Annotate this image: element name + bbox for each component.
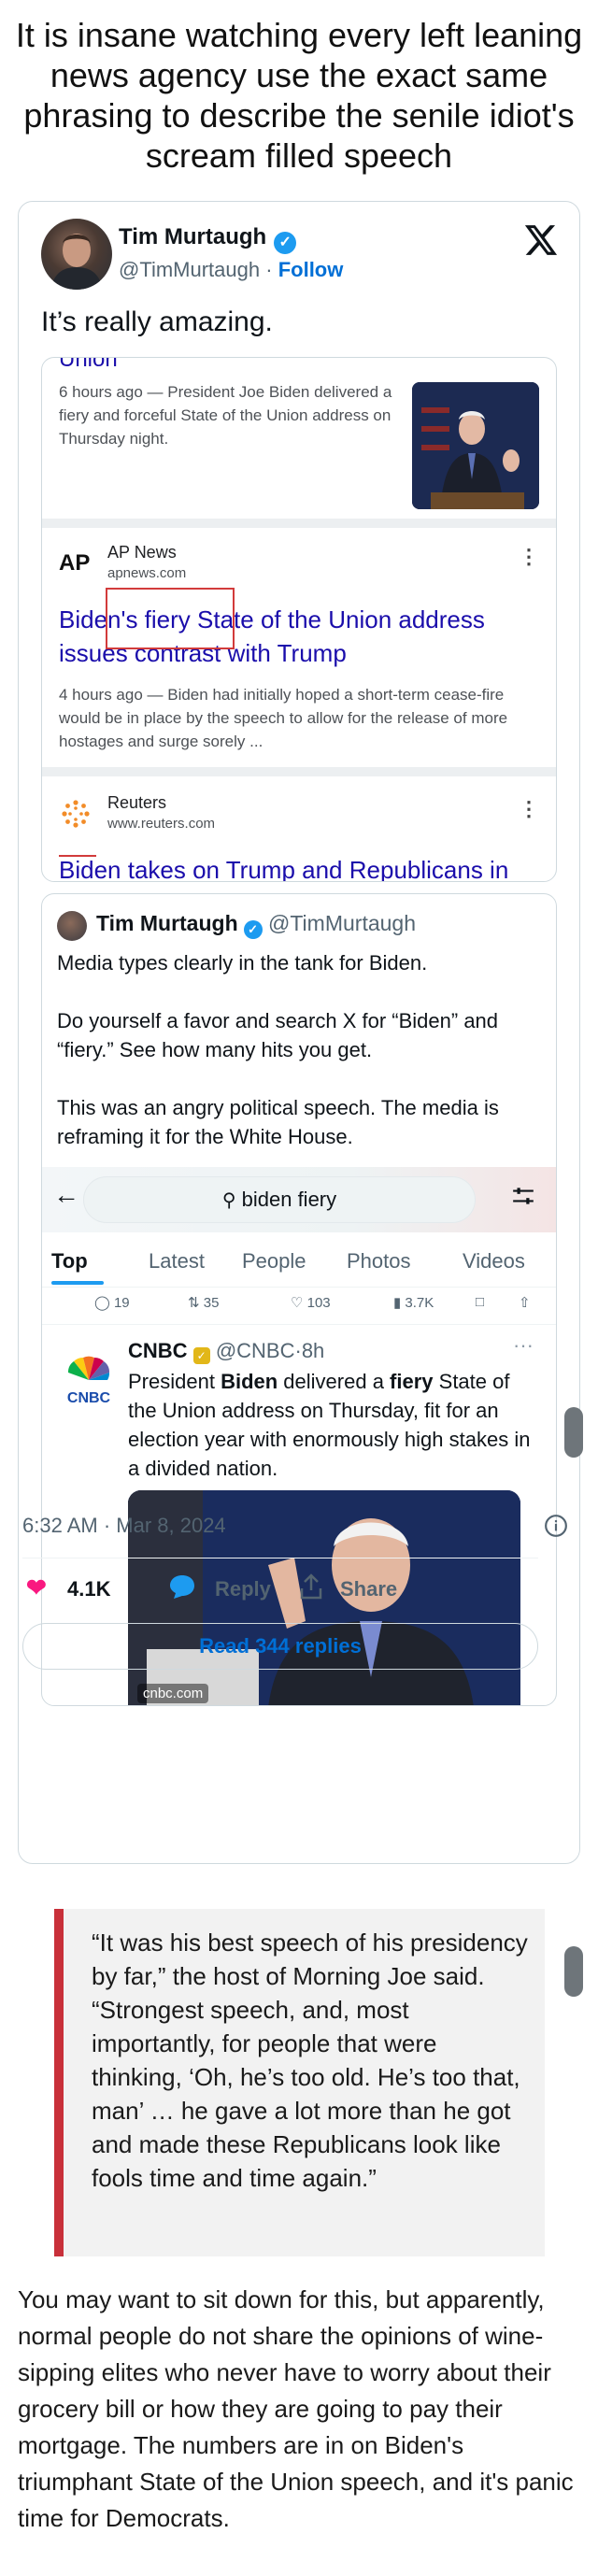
repost-count-value: 35 <box>203 1295 220 1311</box>
cnbc-name: CNBC <box>128 1339 188 1362</box>
x-logo-icon[interactable] <box>523 222 559 258</box>
search-results-screenshot: Union 6 hours ago — President Joe Biden … <box>41 357 557 882</box>
author-handle[interactable]: @TimMurtaugh <box>119 258 260 281</box>
tab-latest: Latest <box>149 1249 205 1273</box>
verified-badge-icon: ✓ <box>243 920 263 939</box>
author-handle-row: @TimMurtaugh · Follow <box>119 258 343 282</box>
bookmark-icon: □ <box>476 1294 485 1310</box>
view-count-value: 3.7K <box>405 1295 434 1311</box>
cnbc-post-text: President Biden delivered a fiery State … <box>128 1367 539 1483</box>
ap-result-snippet: 4 hours ago — Biden had initially hoped … <box>59 686 508 750</box>
blockquote: “It was his best speech of his presidenc… <box>54 1909 545 2256</box>
quoted-author-avatar <box>57 911 87 941</box>
repost-count: ⇅ 35 <box>188 1295 220 1311</box>
quoted-author-row: Tim Murtaugh ✓ @TimMurtaugh <box>96 911 416 939</box>
tweet-actions: ❤ 4.1K Reply Share <box>22 1572 538 1609</box>
tweet-stats-row: ◯ 19 ⇅ 35 ♡ 103 ▮ 3.7K □ ⇧ <box>42 1287 556 1325</box>
filter-icon <box>513 1188 534 1204</box>
read-replies-button[interactable]: Read 344 replies <box>22 1623 538 1670</box>
author-name-text[interactable]: Tim Murtaugh <box>119 224 266 249</box>
article-headline: It is insane watching every left leaning… <box>15 16 583 175</box>
reply-count-value: 19 <box>113 1295 130 1311</box>
share-icon: ⇧ <box>519 1295 531 1311</box>
cnbc-time: 8h <box>301 1339 325 1362</box>
more-options-icon: ⋮ <box>519 797 539 820</box>
quoted-author-handle: @TimMurtaugh <box>268 911 416 935</box>
result-divider <box>42 767 556 776</box>
more-options-icon: ··· <box>513 1333 534 1357</box>
more-options-icon: ⋮ <box>519 545 539 568</box>
quoted-paragraph: Media types clearly in the tank for Bide… <box>57 951 428 975</box>
svg-text:CNBC: CNBC <box>67 1390 111 1406</box>
cnbc-text-bold: fiery <box>390 1370 434 1393</box>
blockquote-text: “It was his best speech of his presidenc… <box>92 1928 528 2192</box>
heart-icon[interactable]: ❤ <box>26 1573 47 1602</box>
tab-videos: Videos <box>463 1249 525 1273</box>
active-tab-indicator <box>51 1281 104 1285</box>
reply-icon[interactable] <box>168 1573 196 1605</box>
follow-button[interactable]: Follow <box>278 258 344 281</box>
tweet-timestamp[interactable]: 6:32 AM · Mar 8, 2024 <box>22 1514 226 1538</box>
embedded-tweet[interactable]: Tim Murtaugh ✓ @TimMurtaugh · Follow It’s… <box>18 201 580 1864</box>
verified-badge-icon: ✓ <box>274 232 297 254</box>
author-name[interactable]: Tim Murtaugh ✓ <box>119 224 297 254</box>
cnbc-peacock-logo-icon: CNBC <box>67 1356 111 1406</box>
search-tabs: Top Latest People Photos Videos <box>42 1240 556 1288</box>
image-caption: cnbc.com <box>137 1684 209 1703</box>
tab-top: Top <box>51 1249 88 1273</box>
cnbc-header: CNBC ✓ @CNBC·8h <box>128 1339 325 1364</box>
gold-verified-icon: ✓ <box>192 1347 210 1364</box>
quoted-paragraph: This was an angry political speech. The … <box>57 1096 499 1148</box>
view-count: ▮ 3.7K <box>393 1295 434 1311</box>
ap-source-name: AP News <box>107 543 177 562</box>
ap-source-url: apnews.com <box>107 565 187 581</box>
like-count[interactable]: 4.1K <box>67 1577 110 1601</box>
cnbc-handle: @CNBC <box>215 1339 295 1362</box>
search-icon: ⚲ <box>221 1190 236 1211</box>
share-icon[interactable] <box>299 1573 323 1605</box>
search-query: biden fiery <box>241 1188 337 1211</box>
article-paragraph: You may want to sit down for this, but a… <box>18 2285 574 2532</box>
reply-button[interactable]: Reply <box>215 1577 271 1601</box>
tab-photos: Photos <box>347 1249 411 1273</box>
red-underline-mark <box>59 855 96 857</box>
red-highlight-box <box>106 588 235 649</box>
reply-count: ◯ 19 <box>94 1295 130 1311</box>
back-arrow-icon: ← <box>53 1180 79 1209</box>
share-button[interactable]: Share <box>340 1577 397 1601</box>
tweet-text: It’s really amazing. <box>41 306 273 337</box>
author-avatar[interactable] <box>41 219 112 290</box>
reuters-source-name: Reuters <box>107 793 167 812</box>
reuters-logo-icon <box>62 800 90 828</box>
scroll-handle[interactable] <box>564 1946 583 1997</box>
ap-logo-icon: AP <box>59 550 91 576</box>
quoted-author-name: Tim Murtaugh <box>96 911 238 935</box>
biden-thumbnail-image <box>412 382 539 509</box>
search-bar: ⚲ biden fiery <box>83 1176 476 1223</box>
result-snippet: 6 hours ago — President Joe Biden delive… <box>59 383 392 448</box>
like-count-value: 103 <box>306 1295 331 1311</box>
cnbc-text-bold: Biden <box>221 1370 278 1393</box>
info-icon[interactable] <box>544 1514 568 1538</box>
cnbc-text-part: delivered a <box>278 1370 391 1393</box>
cnbc-text-part: President <box>128 1370 221 1393</box>
quoted-tweet-text: Media types clearly in the tank for Bide… <box>57 948 543 1151</box>
result-divider <box>42 519 556 528</box>
tab-people: People <box>242 1249 306 1273</box>
reuters-result-title-cut: Biden takes on Trump and Republicans in <box>59 856 509 882</box>
reuters-source-url: www.reuters.com <box>107 816 216 832</box>
quoted-paragraph: Do yourself a favor and search X for “Bi… <box>57 1009 499 1061</box>
result-title-cut: Union <box>59 357 118 372</box>
like-count: ♡ 103 <box>291 1295 331 1311</box>
separator: · <box>265 258 273 281</box>
scroll-handle[interactable] <box>564 1407 583 1458</box>
